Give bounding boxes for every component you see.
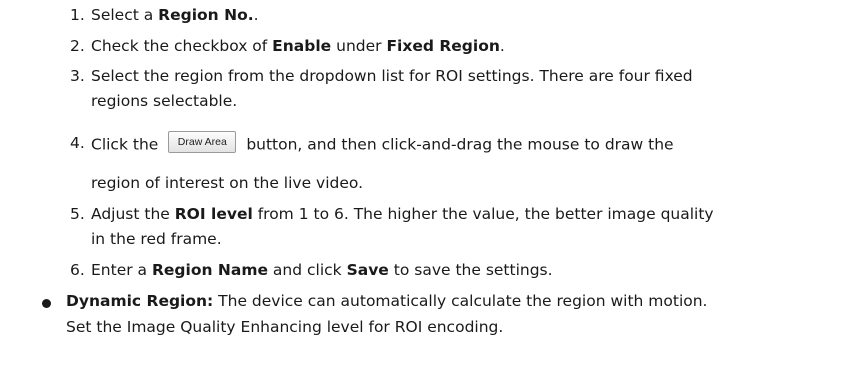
step-text-continued: region of interest on the live video.	[91, 174, 364, 192]
step-text: Adjust the ROI level from 1 to 6. The hi…	[91, 205, 714, 223]
draw-area-button[interactable]: Draw Area	[168, 131, 237, 153]
step-text: Select the region from the dropdown list…	[91, 67, 693, 85]
step-text: Check the checkbox of Enable under Fixed…	[91, 37, 505, 55]
step-text-continued: in the red frame.	[91, 230, 222, 248]
step-number: 3.	[70, 67, 85, 85]
bold-term: Save	[346, 261, 389, 279]
step-text: Click the Draw Area button, and then click…	[91, 131, 674, 156]
step-number: 2.	[70, 37, 85, 55]
bold-term: Enable	[272, 37, 332, 55]
step-number: 4.	[70, 134, 85, 152]
bold-term: Region No.	[158, 6, 254, 24]
bold-term: ROI level	[174, 205, 253, 223]
step-text: Select a Region No..	[91, 6, 259, 24]
bold-term: Dynamic Region:	[66, 292, 214, 310]
step-text-continued: regions selectable.	[91, 92, 238, 110]
step-number: 5.	[70, 205, 85, 223]
bold-term: Region Name	[151, 261, 268, 279]
bullet-text-continued: Set the Image Quality Enhancing level fo…	[66, 318, 504, 336]
bullet-icon	[42, 299, 51, 308]
step-text: Enter a Region Name and click Save to sa…	[91, 261, 553, 279]
bold-term: Fixed Region	[386, 37, 500, 55]
bullet-text: Dynamic Region: The device can automatic…	[66, 292, 708, 310]
step-number: 6.	[70, 261, 85, 279]
step-number: 1.	[70, 6, 85, 24]
